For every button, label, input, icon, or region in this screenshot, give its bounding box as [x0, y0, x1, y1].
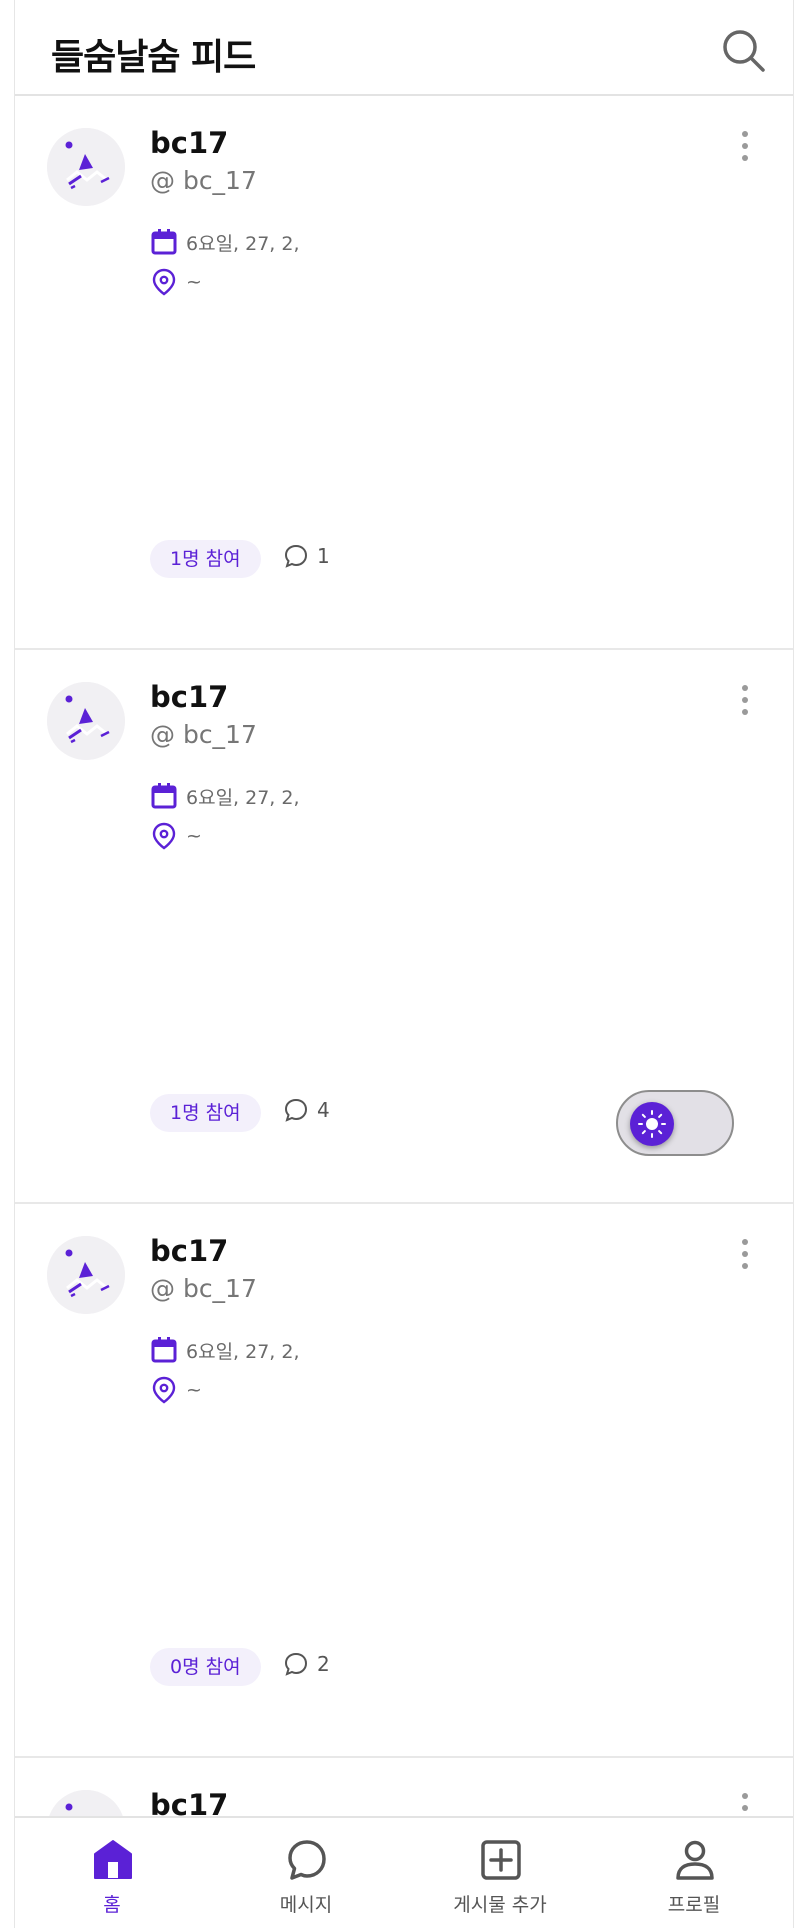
post-location-row: ~ [150, 268, 202, 296]
comment-count: 4 [317, 1098, 330, 1122]
location-pin-icon [150, 822, 178, 850]
post-date-row: 6요일, 27, 2, [150, 1336, 300, 1364]
post-location-row: ~ [150, 822, 202, 850]
comment-count: 2 [317, 1652, 330, 1676]
feed-post[interactable]: bc17 @ bc_17 6요일, 27, 2, ~ 0명 참여 2 [15, 1204, 793, 1758]
add-square-icon [481, 1840, 521, 1880]
post-location: ~ [186, 825, 202, 847]
post-author-handle: @ bc_17 [150, 166, 257, 195]
avatar[interactable] [47, 682, 125, 760]
nav-add-post-label: 게시물 추가 [453, 1894, 547, 1916]
search-icon[interactable] [719, 26, 767, 74]
comments-button[interactable]: 1 [283, 543, 330, 569]
more-options-icon[interactable] [735, 684, 755, 716]
post-location: ~ [186, 271, 202, 293]
location-pin-icon [150, 1376, 178, 1404]
nav-home-label: 홈 [103, 1894, 121, 1916]
calendar-icon [150, 228, 178, 256]
top-header: 들숨날숨 피드 [15, 0, 793, 96]
feed-post[interactable]: bc17 @ bc_17 6요일, 27, 2, ~ 1명 참여 1 [15, 96, 793, 650]
app-frame: 들숨날숨 피드 bc17 @ bc_17 6요일, 27, 2, ~ 1명 참여 [14, 0, 794, 1928]
comments-button[interactable]: 2 [283, 1651, 330, 1677]
more-options-icon[interactable] [735, 130, 755, 162]
avatar[interactable] [47, 1236, 125, 1314]
comment-bubble-icon [283, 1097, 309, 1123]
home-icon [94, 1840, 132, 1879]
nav-profile-label: 프로필 [667, 1894, 721, 1916]
participants-badge[interactable]: 1명 참여 [150, 1094, 261, 1132]
post-author-name[interactable]: bc17 [150, 1234, 228, 1268]
post-date-row: 6요일, 27, 2, [150, 782, 300, 810]
nav-profile[interactable]: 프로필 [597, 1818, 791, 1928]
participants-badge[interactable]: 1명 참여 [150, 540, 261, 578]
nav-messages[interactable]: 메시지 [209, 1818, 403, 1928]
toggle-knob [630, 1102, 674, 1146]
post-author-name[interactable]: bc17 [150, 680, 228, 714]
theme-toggle[interactable] [616, 1090, 734, 1156]
comments-button[interactable]: 4 [283, 1097, 330, 1123]
post-author-handle: @ bc_17 [150, 1274, 257, 1303]
nav-add-post[interactable]: 게시물 추가 [403, 1818, 597, 1928]
comment-count: 1 [317, 544, 330, 568]
page-title: 들숨날숨 피드 [51, 37, 256, 78]
more-options-icon[interactable] [735, 1238, 755, 1270]
comment-bubble-icon [283, 1651, 309, 1677]
calendar-icon [150, 782, 178, 810]
person-icon [676, 1840, 714, 1880]
calendar-icon [150, 1336, 178, 1364]
post-author-handle: @ bc_17 [150, 720, 257, 749]
nav-home[interactable]: 홈 [15, 1818, 209, 1928]
post-location: ~ [186, 1379, 202, 1401]
feed-list: bc17 @ bc_17 6요일, 27, 2, ~ 1명 참여 1 bc17 … [15, 96, 793, 1928]
sun-icon [638, 1110, 666, 1138]
post-date: 6요일, 27, 2, [186, 232, 300, 255]
location-pin-icon [150, 268, 178, 296]
participants-badge[interactable]: 0명 참여 [150, 1648, 261, 1686]
chat-bubble-icon [288, 1840, 326, 1880]
post-author-name[interactable]: bc17 [150, 126, 228, 160]
post-date: 6요일, 27, 2, [186, 786, 300, 809]
bottom-navigation: 홈 메시지 게시물 추가 프로필 [15, 1816, 793, 1928]
comment-bubble-icon [283, 543, 309, 569]
post-location-row: ~ [150, 1376, 202, 1404]
post-date-row: 6요일, 27, 2, [150, 228, 300, 256]
avatar[interactable] [47, 128, 125, 206]
post-date: 6요일, 27, 2, [186, 1340, 300, 1363]
nav-messages-label: 메시지 [279, 1894, 333, 1916]
